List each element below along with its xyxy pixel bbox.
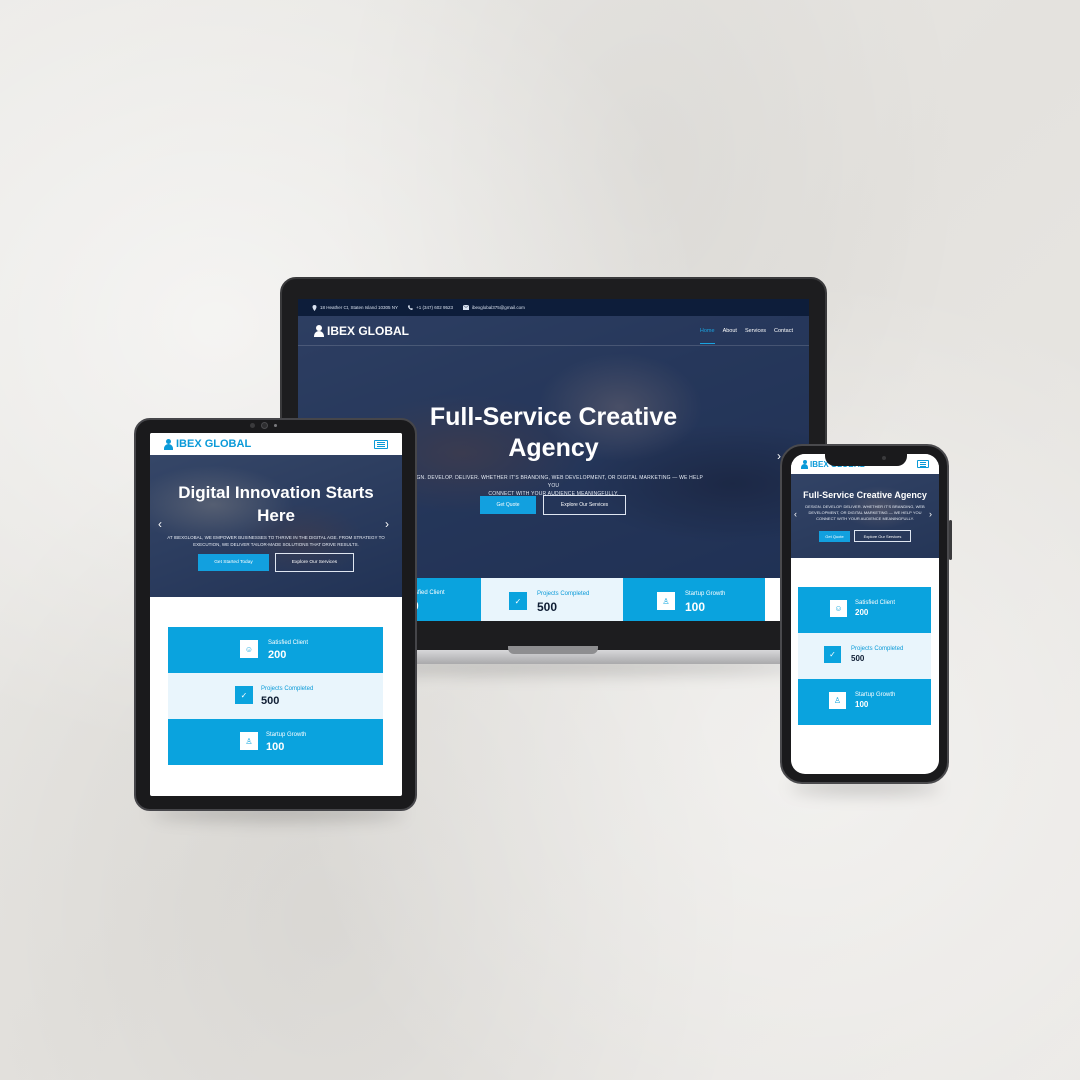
main-nav: IBEX GLOBAL Home About Services Contact bbox=[298, 316, 809, 346]
topbar-address: 18 Heather Ct, Staten Island 10305 NY bbox=[312, 304, 399, 311]
phone-side-button bbox=[949, 520, 952, 560]
topbar-email[interactable]: ibexglobal375@gmail.com bbox=[462, 305, 525, 310]
next-slide-arrow[interactable]: › bbox=[929, 509, 932, 519]
phone-screen: IBEX GLOBAL Full-Service Creative Agency… bbox=[791, 454, 939, 774]
tablet-hero-title-line2: Here bbox=[257, 505, 295, 525]
stat-label: Satisfied Client bbox=[855, 600, 896, 606]
stat-startup-growth: ♙ Startup Growth 100 bbox=[623, 578, 765, 621]
hamburger-menu-icon[interactable] bbox=[374, 439, 388, 449]
stat-label: Startup Growth bbox=[855, 692, 896, 698]
award-icon: ♙ bbox=[657, 592, 675, 610]
tablet-camera bbox=[261, 422, 268, 429]
stat-label: Projects Completed bbox=[537, 591, 590, 597]
next-slide-arrow[interactable]: › bbox=[385, 517, 389, 531]
tablet-light bbox=[274, 424, 277, 427]
logo-person-icon bbox=[314, 324, 324, 337]
tablet-nav: IBEX GLOBAL bbox=[150, 433, 402, 455]
topbar-phone[interactable]: +1 (347) 602 9523 bbox=[408, 305, 453, 310]
stat-value: 100 bbox=[685, 600, 706, 614]
explore-services-button[interactable]: Explore Our Services bbox=[275, 553, 354, 572]
nav-about[interactable]: About bbox=[723, 328, 737, 334]
prev-slide-arrow[interactable]: ‹ bbox=[794, 509, 797, 519]
hero-title-line2: Agency bbox=[508, 434, 599, 463]
phone-stat-satisfied-client: ☺ Satisfied Client 200 bbox=[798, 587, 931, 633]
tablet-sensor bbox=[250, 423, 255, 428]
stat-value: 200 bbox=[268, 649, 287, 661]
stat-value: 100 bbox=[855, 700, 869, 709]
nav-services[interactable]: Services bbox=[745, 328, 766, 334]
brand-name: IBEX GLOBAL bbox=[327, 323, 410, 338]
stat-value: 500 bbox=[537, 600, 558, 614]
brand-name: IBEX GLOBAL bbox=[176, 438, 252, 450]
tablet-brand-logo[interactable]: IBEX GLOBAL bbox=[164, 438, 251, 450]
phone-icon bbox=[408, 305, 414, 310]
stat-label: Startup Growth bbox=[685, 591, 726, 597]
envelope-icon bbox=[462, 305, 469, 310]
stat-value: 500 bbox=[261, 695, 280, 707]
stat-value: 500 bbox=[851, 654, 865, 663]
stat-label: Satisfied Client bbox=[268, 640, 309, 646]
map-pin-icon bbox=[312, 304, 317, 311]
logo-person-icon bbox=[801, 459, 808, 469]
stat-label: Projects Completed bbox=[261, 686, 314, 692]
tablet-stat-projects-completed: ✓ Projects Completed 500 bbox=[168, 673, 383, 719]
phone-hero-title: Full-Service Creative Agency bbox=[803, 490, 927, 500]
phone-notch bbox=[825, 451, 907, 466]
laptop-notch bbox=[508, 646, 598, 654]
stat-value: 200 bbox=[855, 608, 869, 617]
stat-projects-completed: ✓ Projects Completed 500 bbox=[481, 578, 623, 621]
phone-text: +1 (347) 602 9523 bbox=[416, 305, 453, 310]
email-text: ibexglobal375@gmail.com bbox=[471, 305, 525, 310]
check-icon: ✓ bbox=[235, 686, 253, 704]
tablet-stat-startup-growth: ♙ Startup Growth 100 bbox=[168, 719, 383, 765]
get-started-button[interactable]: Get Started Today bbox=[198, 554, 269, 571]
award-icon: ♙ bbox=[829, 692, 846, 709]
tablet-hero-title-line1: Digital Innovation Starts bbox=[178, 483, 374, 502]
tablet-hero-subtitle-line2: EXECUTION, WE DELIVER TAILOR-MADE SOLUTI… bbox=[193, 542, 359, 548]
tablet-hero-title: Digital Innovation Starts Here bbox=[156, 482, 396, 528]
nav-links: Home About Services Contact bbox=[699, 328, 793, 344]
award-icon: ♙ bbox=[240, 732, 258, 750]
stat-label: Startup Growth bbox=[266, 732, 307, 738]
phone-camera bbox=[882, 456, 886, 460]
hero-title-line1: Full-Service Creative bbox=[429, 403, 678, 431]
users-icon: ☺ bbox=[830, 600, 847, 617]
tablet-hero-subtitle-line1: AT IBEXGLOBAL, WE EMPOWER BUSINESSES TO … bbox=[167, 535, 385, 540]
hero-title: Full-Service Creative Agency bbox=[378, 402, 729, 465]
prev-slide-arrow[interactable]: ‹ bbox=[158, 517, 162, 531]
phone-hero-subtitle: DESIGN. DEVELOP. DELIVER. WHETHER IT'S B… bbox=[795, 504, 935, 522]
logo-person-icon bbox=[164, 438, 173, 450]
explore-services-button[interactable]: Explore Our Services bbox=[543, 495, 626, 515]
hamburger-menu-icon[interactable] bbox=[917, 460, 929, 468]
stat-label: Projects Completed bbox=[851, 646, 904, 652]
users-icon: ☺ bbox=[240, 640, 258, 658]
tablet-screen: IBEX GLOBAL Digital Innovation Starts He… bbox=[150, 433, 402, 796]
phone-stat-startup-growth: ♙ Startup Growth 100 bbox=[798, 679, 931, 725]
contact-topbar: 18 Heather Ct, Staten Island 10305 NY +1… bbox=[298, 299, 809, 316]
tablet-hero-subtitle: AT IBEXGLOBAL, WE EMPOWER BUSINESSES TO … bbox=[164, 534, 388, 548]
tablet-stat-satisfied-client: ☺ Satisfied Client 200 bbox=[168, 627, 383, 673]
phone-hero-subtitle-line3: CONNECT WITH YOUR AUDIENCE MEANINGFULLY. bbox=[816, 516, 914, 521]
check-icon: ✓ bbox=[824, 646, 841, 663]
stat-value: 100 bbox=[266, 741, 285, 753]
phone-stat-projects-completed: ✓ Projects Completed 500 bbox=[798, 633, 931, 679]
explore-services-button[interactable]: Explore Our Services bbox=[854, 530, 911, 542]
get-quote-button[interactable]: Get Quote bbox=[819, 531, 850, 542]
nav-contact[interactable]: Contact bbox=[774, 328, 793, 334]
check-icon: ✓ bbox=[509, 592, 527, 610]
hero-subtitle-line1: DESIGN. DEVELOP. DELIVER. WHETHER IT'S B… bbox=[404, 475, 703, 489]
get-quote-button[interactable]: Get Quote bbox=[480, 496, 536, 514]
nav-home[interactable]: Home bbox=[699, 328, 715, 344]
address-text: 18 Heather Ct, Staten Island 10305 NY bbox=[320, 305, 399, 310]
brand-logo[interactable]: IBEX GLOBAL bbox=[314, 324, 409, 338]
